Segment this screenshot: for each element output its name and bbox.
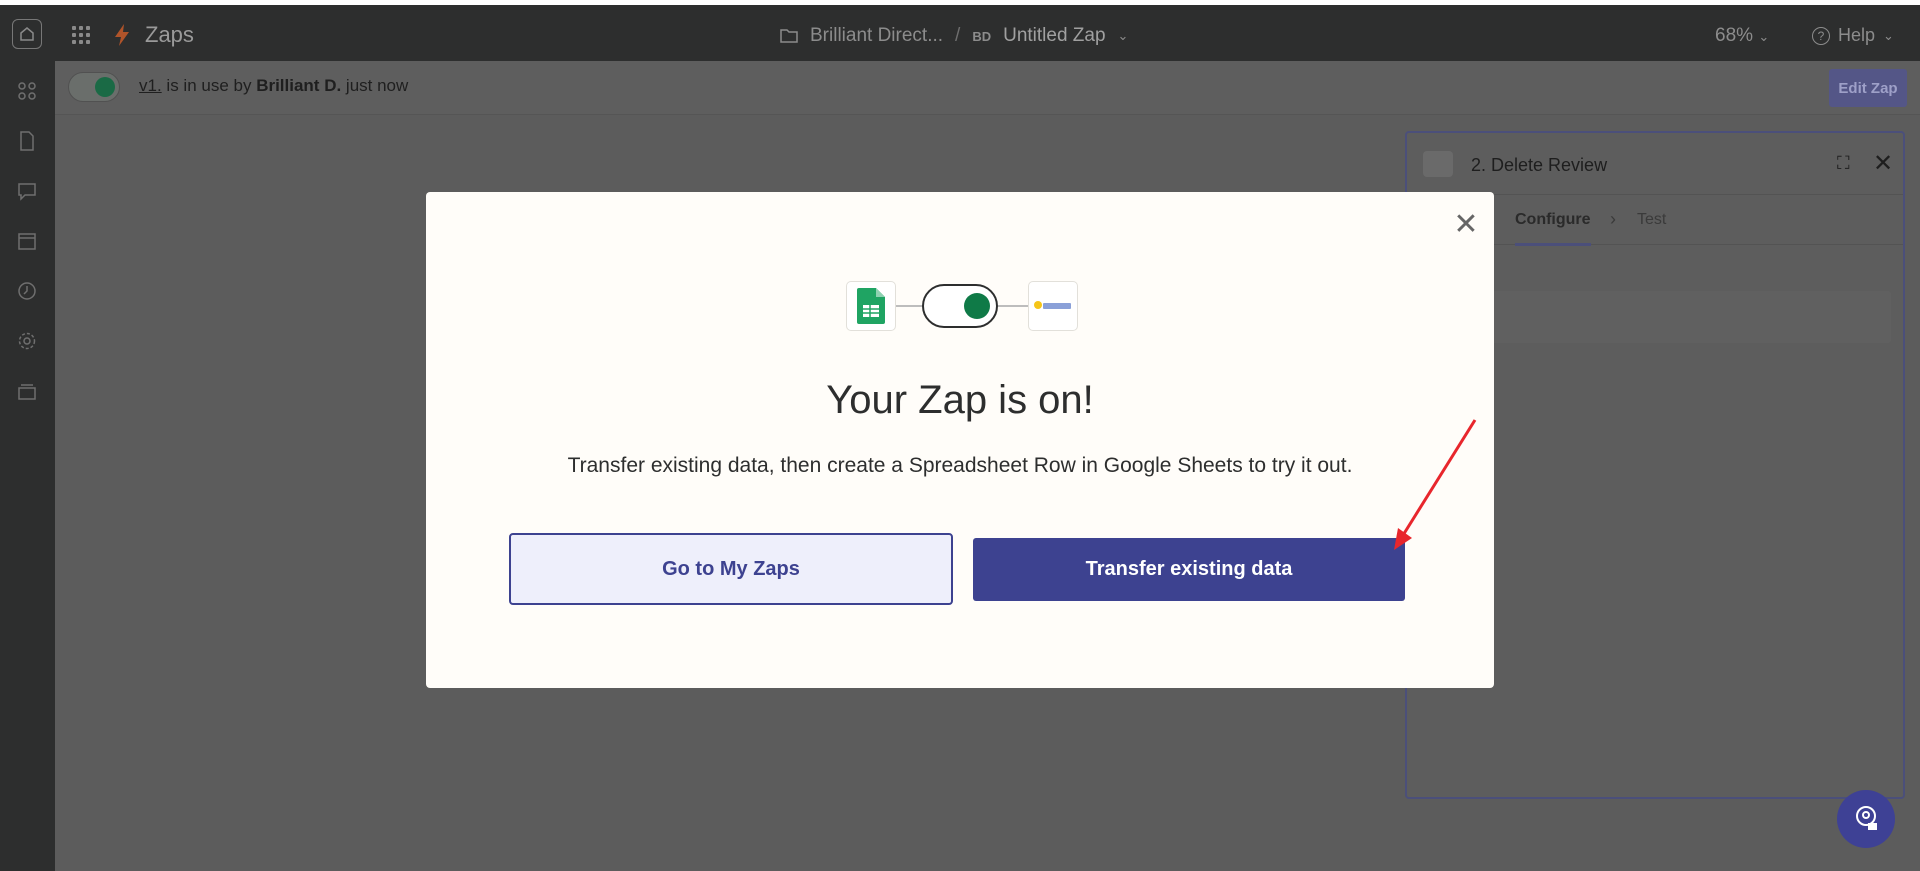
calendar-icon[interactable] [17, 231, 37, 251]
zap-name[interactable]: Untitled Zap [1003, 25, 1105, 47]
status-message: v1. is in use by Brilliant D. just now [139, 76, 408, 96]
modal-title: Your Zap is on! [826, 378, 1094, 422]
apps-icon[interactable] [17, 81, 37, 101]
annotation-arrow-icon [1394, 419, 1477, 550]
chevron-down-icon[interactable]: ⌄ [1118, 28, 1129, 44]
toggle-knob [95, 77, 115, 97]
zapier-bolt-icon [115, 24, 129, 46]
owner-initials: BD [972, 28, 992, 44]
left-sidebar [0, 61, 55, 871]
file-icon[interactable] [17, 131, 37, 151]
zap-toggle[interactable] [68, 72, 120, 102]
brilliant-directories-icon [1423, 151, 1453, 177]
app-connection-graphic [846, 281, 1078, 333]
transfer-existing-data-button[interactable]: Transfer existing data [973, 538, 1405, 601]
folder-icon [780, 29, 798, 43]
versions-icon[interactable] [17, 381, 37, 401]
home-icon [20, 27, 34, 41]
chevron-down-icon: ⌄ [1758, 29, 1770, 44]
help-menu[interactable]: ? Help ⌄ [1812, 25, 1894, 46]
support-icon [1856, 806, 1877, 830]
status-text-mid: is in use by [161, 76, 257, 95]
help-icon: ? [1812, 26, 1830, 45]
toggle-knob [964, 293, 990, 319]
top-bar: Zaps Brilliant Direct... / BD Untitled Z… [0, 5, 1920, 61]
settings-icon[interactable] [17, 331, 37, 351]
comment-icon[interactable] [17, 181, 37, 201]
zap-on-toggle [922, 284, 998, 328]
config-field[interactable] [1477, 291, 1891, 343]
help-label: Help [1838, 25, 1876, 45]
tab-test[interactable]: Test [1637, 211, 1666, 229]
modal-subtitle: Transfer existing data, then create a Sp… [567, 454, 1353, 477]
tab-configure[interactable]: Configure [1515, 211, 1591, 246]
side-panel-title: 2. Delete Review [1471, 155, 1608, 175]
zoom-value: 68% [1715, 25, 1754, 46]
zoom-level[interactable]: 68% ⌄ [1715, 25, 1769, 47]
side-panel-header: 2. Delete Review ⛶ ✕ [1407, 133, 1903, 195]
chevron-right-icon: › [1610, 209, 1616, 229]
breadcrumb: Brilliant Direct... / BD Untitled Zap ⌄ [780, 25, 1128, 47]
close-icon[interactable]: ✕ [1451, 210, 1481, 240]
home-button[interactable] [12, 19, 42, 49]
version-link[interactable]: v1. [139, 76, 162, 95]
google-sheets-icon [846, 281, 896, 331]
edit-zap-button[interactable]: Edit Zap [1829, 69, 1907, 107]
support-button[interactable] [1837, 790, 1895, 848]
close-icon[interactable]: ✕ [1873, 149, 1893, 178]
connector-line [896, 305, 922, 307]
go-to-my-zaps-button[interactable]: Go to My Zaps [509, 533, 953, 605]
status-user: Brilliant D. [256, 76, 342, 95]
breadcrumb-folder[interactable]: Brilliant Direct... [810, 25, 943, 47]
expand-icon[interactable]: ⛶ [1837, 153, 1850, 174]
chevron-down-icon: ⌄ [1883, 27, 1894, 43]
brilliant-directories-icon [1028, 281, 1078, 331]
connector-line [998, 305, 1028, 307]
zap-on-modal: ✕ Your Zap is on! Transfer existing data… [426, 192, 1494, 688]
breadcrumb-separator: / [955, 25, 961, 46]
app-grid-icon[interactable] [72, 26, 90, 44]
app-name: Zaps [145, 22, 194, 47]
status-time: just now [341, 76, 409, 95]
history-icon[interactable] [17, 281, 37, 301]
